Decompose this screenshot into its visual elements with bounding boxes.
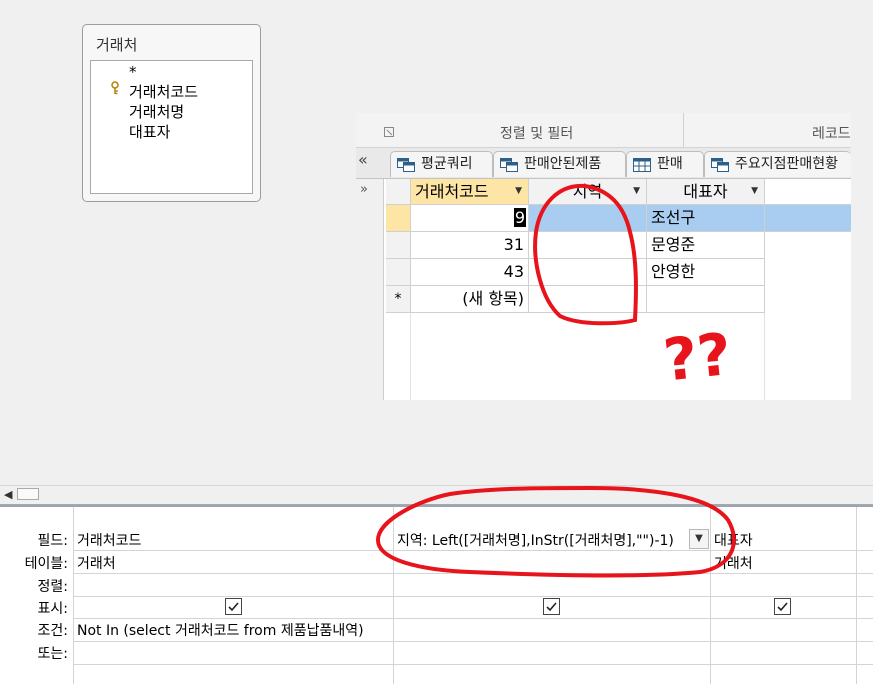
- collapse-nav-pane-icon[interactable]: «: [358, 150, 368, 169]
- row-selector[interactable]: [386, 205, 411, 232]
- sort-filter-group-label: 정렬 및 필터: [500, 126, 574, 142]
- field-list[interactable]: * 거래처코드 거래처명 대표자: [90, 60, 253, 194]
- sort-dropdown-icon[interactable]: ▼: [633, 179, 640, 204]
- column-header-code[interactable]: 거래처코드 ▼: [411, 179, 529, 205]
- column-header-region[interactable]: 지역 ▼: [529, 179, 647, 205]
- row-label-or: 또는:: [37, 646, 68, 662]
- field-item-name[interactable]: 거래처명: [129, 101, 184, 122]
- row-label-show: 표시:: [37, 601, 68, 617]
- grid-line: [73, 618, 873, 619]
- new-row-cell[interactable]: [529, 286, 647, 313]
- cell-value: 9: [513, 208, 526, 227]
- cell-code[interactable]: 31: [411, 232, 529, 259]
- tab-query-unsold[interactable]: 판매안된제품: [493, 151, 626, 177]
- new-row-cell[interactable]: (새 항목): [411, 286, 529, 313]
- grid-line: [73, 573, 873, 574]
- field-item-code[interactable]: 거래처코드: [129, 81, 198, 102]
- cell-region[interactable]: [529, 259, 647, 286]
- table-cell[interactable]: 거래처: [714, 553, 753, 573]
- document-tab-bar: 평균쿼리 판매안된제품 판매 주요지점판매현황: [356, 148, 851, 179]
- show-checkbox[interactable]: [225, 598, 242, 615]
- datasheet-window: 정렬 및 필터 레코드 평균쿼리 판매안된제품 판매 주요지점판매현황 « » …: [356, 113, 851, 400]
- table-cell[interactable]: 거래처: [77, 553, 116, 573]
- table-icon: [633, 157, 651, 172]
- cell-region[interactable]: [529, 232, 647, 259]
- tab-label: 판매안된제품: [524, 156, 602, 172]
- row-label-sort: 정렬:: [37, 579, 68, 595]
- grid-line: [73, 641, 873, 642]
- row-selector[interactable]: [386, 232, 411, 259]
- expand-nav-pane-icon[interactable]: »: [360, 182, 368, 197]
- ribbon-strip: 정렬 및 필터 레코드: [356, 113, 851, 148]
- navigation-pane-strip[interactable]: [356, 179, 384, 400]
- tab-query-branch-sales[interactable]: 주요지점판매현황: [704, 151, 851, 177]
- column-header-empty: [765, 179, 851, 205]
- sort-dropdown-icon[interactable]: ▼: [515, 179, 522, 204]
- primary-key-icon: [111, 81, 119, 95]
- query-icon: [397, 157, 415, 172]
- tab-label: 평균쿼리: [421, 156, 473, 172]
- horizontal-scrollbar[interactable]: ◀: [0, 485, 873, 505]
- checkmark-icon: [228, 602, 239, 612]
- field-item-rep[interactable]: 대표자: [129, 121, 170, 142]
- tab-table-sales[interactable]: 판매: [626, 151, 704, 177]
- scroll-left-icon[interactable]: ◀: [4, 488, 12, 501]
- cell-region[interactable]: [529, 205, 647, 232]
- ribbon-separator: [683, 113, 684, 147]
- row-label-criteria: 조건:: [37, 623, 68, 639]
- checkmark-icon: [546, 602, 557, 612]
- row-label-field: 필드:: [37, 533, 68, 549]
- select-all-corner[interactable]: [386, 179, 411, 205]
- cell-code[interactable]: 43: [411, 259, 529, 286]
- field-cell[interactable]: 대표자: [714, 530, 753, 550]
- field-cell[interactable]: 거래처코드: [77, 530, 141, 550]
- field-dropdown-button[interactable]: ▼: [689, 529, 709, 549]
- cell-rep[interactable]: 문영준: [647, 232, 765, 259]
- grid-line: [73, 664, 873, 665]
- checkmark-icon: [777, 602, 788, 612]
- cell-empty: [765, 205, 851, 232]
- tab-label: 판매: [657, 156, 683, 172]
- field-item-all[interactable]: *: [129, 63, 137, 81]
- column-header-label: 대표자: [683, 182, 728, 201]
- column-header-rep[interactable]: 대표자 ▼: [647, 179, 765, 205]
- grid-line: [73, 550, 873, 551]
- query-icon: [711, 157, 729, 172]
- grid-line: [410, 313, 411, 400]
- grid-line: [73, 596, 873, 597]
- query-icon: [500, 157, 518, 172]
- row-selector[interactable]: [386, 259, 411, 286]
- records-group-label: 레코드: [812, 126, 851, 142]
- column-header-label: 지역: [572, 182, 603, 201]
- column-header-label: 거래처코드: [415, 182, 489, 201]
- field-cell-expression[interactable]: 지역: Left([거래처명],InStr([거래처명],"")-1): [397, 530, 674, 550]
- scroll-thumb[interactable]: [17, 488, 39, 500]
- query-design-grid: 필드: 테이블: 정렬: 표시: 조건: 또는: 거래처코드 거래처 Not I…: [0, 505, 873, 684]
- table-title: 거래처: [96, 36, 138, 54]
- show-checkbox[interactable]: [774, 598, 791, 615]
- row-label-table: 테이블:: [24, 556, 68, 572]
- tab-label: 주요지점판매현황: [735, 156, 839, 172]
- criteria-cell[interactable]: Not In (select 거래처코드 from 제품납품내역): [77, 620, 364, 640]
- sort-dropdown-icon[interactable]: ▼: [751, 179, 758, 204]
- cell-code[interactable]: 9: [411, 205, 529, 232]
- tab-query-avg[interactable]: 평균쿼리: [390, 151, 493, 177]
- show-checkbox[interactable]: [543, 598, 560, 615]
- grid-line: [764, 313, 765, 400]
- new-row-cell[interactable]: [647, 286, 765, 313]
- cell-rep[interactable]: 안영한: [647, 259, 765, 286]
- dialog-launcher-icon[interactable]: [384, 127, 394, 137]
- new-row-selector[interactable]: *: [386, 286, 411, 313]
- cell-rep[interactable]: 조선구: [647, 205, 765, 232]
